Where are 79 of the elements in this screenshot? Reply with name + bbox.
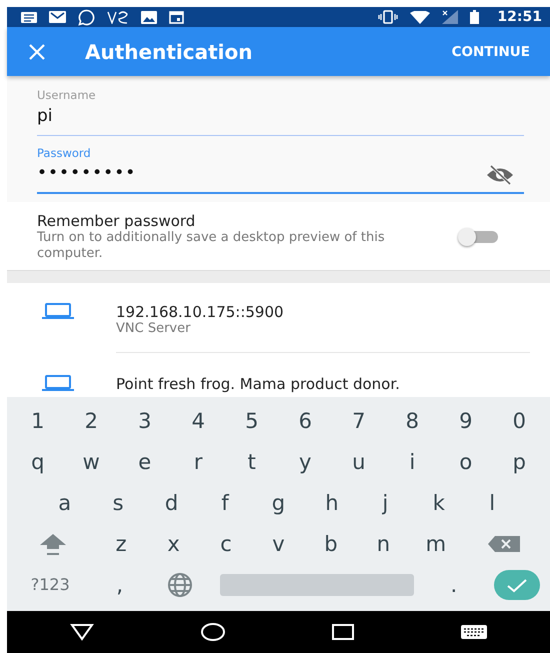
image-icon <box>141 10 157 24</box>
keyboard-key[interactable]: d <box>144 482 198 524</box>
input-field[interactable]: pi <box>37 102 524 136</box>
keyboard-key[interactable]: 3 <box>118 401 172 442</box>
server-address[interactable]: 192.168.10.175::5900 <box>116 303 530 321</box>
home-button[interactable] <box>201 623 226 641</box>
field-label: Username <box>37 88 97 102</box>
news-icon <box>21 10 37 24</box>
shift-icon <box>38 532 68 556</box>
keyboard-key[interactable]: o <box>439 442 492 483</box>
battery-icon <box>470 10 480 24</box>
keyboard-key[interactable]: u <box>332 442 386 483</box>
keyboard-key[interactable]: e <box>118 442 172 483</box>
keyboard-key[interactable]: 6 <box>278 401 332 442</box>
continue-button[interactable]: CONTINUE <box>452 44 530 60</box>
keyboard-key[interactable]: 9 <box>439 401 492 442</box>
keyboard-icon <box>460 625 487 639</box>
toggle-switch[interactable] <box>458 228 500 246</box>
checkmark-icon <box>506 576 528 593</box>
keyboard-key[interactable]: , <box>90 564 150 605</box>
server-address[interactable]: Point fresh frog. Mama product donor. <box>116 375 530 393</box>
keyboard-key[interactable]: b <box>304 523 358 564</box>
keyboard-key[interactable]: 0 <box>492 401 546 442</box>
setting-title: Remember password <box>37 212 196 230</box>
keyboard-key[interactable]: g <box>252 482 306 524</box>
square-icon <box>332 624 354 640</box>
keyboard-key[interactable]: j <box>358 482 412 524</box>
keyboard-key[interactable]: 8 <box>386 401 439 442</box>
calendar-icon <box>169 10 184 24</box>
keyboard-key[interactable]: f <box>198 482 252 524</box>
keyboard-key[interactable]: ?123 <box>11 564 90 605</box>
enter-key[interactable] <box>494 570 540 600</box>
mail-icon <box>49 11 66 23</box>
setting-description: Turn on to additionally save a desktop preview of this computer. <box>37 230 386 262</box>
app-logo-icon <box>107 10 129 24</box>
keyboard-key[interactable]: r <box>172 442 225 483</box>
keyboard-key[interactable]: 4 <box>172 401 225 442</box>
laptop-icon <box>42 375 74 391</box>
back-button[interactable] <box>70 623 94 641</box>
keyboard-key[interactable]: . <box>424 564 484 605</box>
circle-icon <box>201 623 226 641</box>
keyboard-key[interactable]: 1 <box>11 401 64 442</box>
keyboard-key[interactable]: c <box>200 523 252 564</box>
keyboard-key[interactable]: i <box>386 442 439 483</box>
keyboard-key[interactable]: x <box>147 523 200 564</box>
signal-icon <box>442 10 458 24</box>
keyboard-key[interactable]: m <box>410 523 462 564</box>
triangle-icon <box>70 623 94 641</box>
keyboard-key[interactable]: 7 <box>332 401 386 442</box>
status-time: 12:51 <box>497 9 542 25</box>
keyboard-key[interactable]: s <box>91 482 145 524</box>
server-type: VNC Server <box>116 321 192 336</box>
keyboard-key[interactable]: t <box>225 442 278 483</box>
keyboard-key[interactable]: z <box>94 523 148 564</box>
keyboard-key[interactable]: p <box>492 442 546 483</box>
keyboard-key[interactable]: n <box>357 523 410 564</box>
wifi-icon <box>410 10 430 24</box>
chat-bubble-icon <box>78 8 95 26</box>
keyboard-key[interactable]: 2 <box>64 401 118 442</box>
keyboard-key[interactable]: y <box>278 442 332 483</box>
keyboard-switch-button[interactable] <box>460 625 487 639</box>
close-button[interactable] <box>29 44 45 60</box>
field-label: Password <box>37 146 92 160</box>
vibrate-icon <box>378 10 398 24</box>
app-bar-title: Authentication <box>85 40 254 64</box>
keyboard-key[interactable]: k <box>412 482 466 524</box>
keyboard-key[interactable]: q <box>11 442 64 483</box>
keyboard-key[interactable]: a <box>38 482 92 524</box>
keyboard-key[interactable]: 5 <box>225 401 278 442</box>
globe-icon <box>167 572 194 598</box>
laptop-icon <box>42 303 74 319</box>
keyboard-key[interactable]: h <box>305 482 359 524</box>
backspace-icon <box>488 536 520 552</box>
eye-slash-icon[interactable] <box>486 165 514 185</box>
keyboard-key[interactable]: w <box>64 442 118 483</box>
recents-button[interactable] <box>332 624 354 640</box>
keyboard-key[interactable]: l <box>466 482 519 524</box>
keyboard-key[interactable]: v <box>252 523 305 564</box>
close-icon <box>29 44 45 60</box>
